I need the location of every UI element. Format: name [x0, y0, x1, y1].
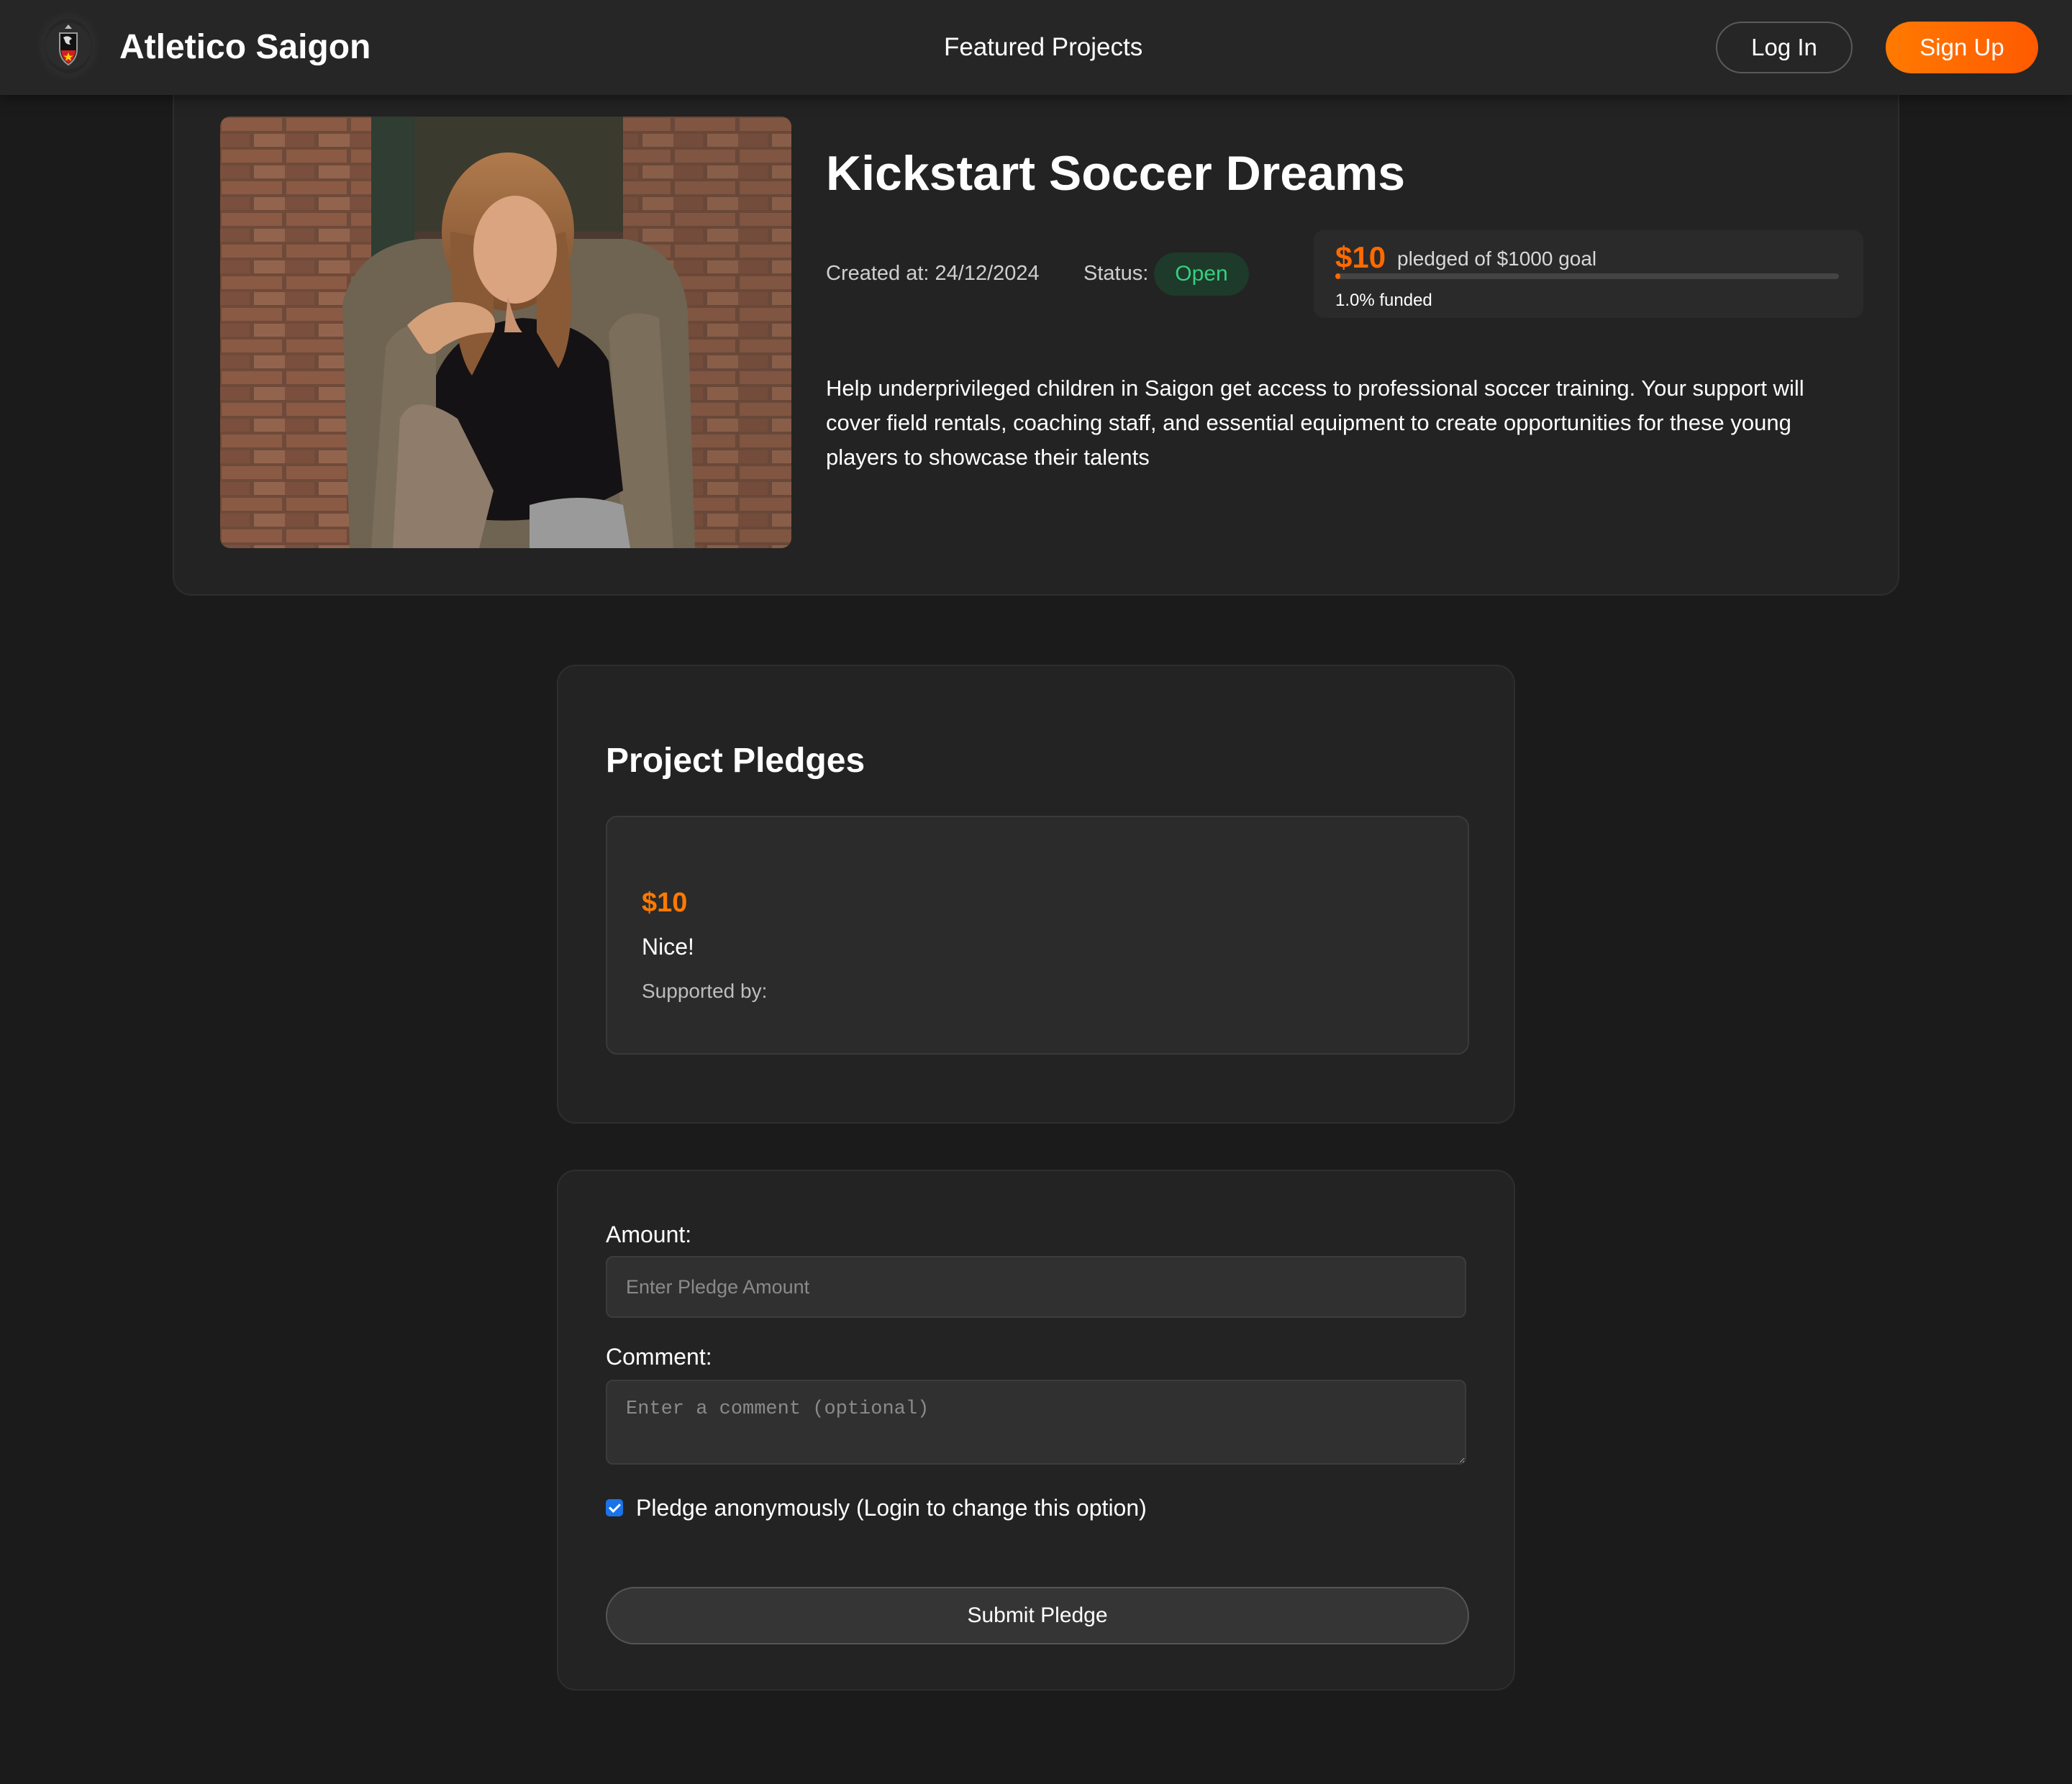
pledge-amount-input[interactable]: [606, 1256, 1466, 1318]
brand-name[interactable]: Atletico Saigon: [119, 24, 371, 70]
nav-featured-projects[interactable]: Featured Projects: [944, 27, 1142, 68]
pledged-goal-text: pledged of $1000 goal: [1397, 247, 1597, 270]
signup-button[interactable]: Sign Up: [1886, 22, 2038, 73]
pledged-amount: $10: [1335, 240, 1386, 274]
status-badge: Open: [1154, 252, 1249, 296]
funded-percent-text: 1.0% funded: [1335, 291, 1432, 310]
funding-progress-fill: [1335, 273, 1340, 279]
funding-summary: $10 pledged of $1000 goal 1.0% funded: [1314, 230, 1863, 318]
created-date: Created at: 24/12/2024: [826, 262, 1040, 285]
pledge-supporter-label: Supported by:: [642, 980, 768, 1002]
pledge-form: Amount: Comment: Pledge anonymously (Log…: [557, 1170, 1515, 1690]
pledge-amount: $10: [642, 888, 688, 918]
amount-label: Amount:: [606, 1221, 692, 1247]
pledge-comment: Nice!: [642, 934, 694, 960]
pledge-item: $10 Nice! Supported by:: [606, 816, 1469, 1055]
anonymous-checkbox[interactable]: [606, 1499, 623, 1516]
comment-textarea[interactable]: [606, 1380, 1466, 1465]
navbar: Atletico Saigon Featured Projects Log In…: [0, 0, 2072, 95]
submit-pledge-button[interactable]: Submit Pledge: [606, 1587, 1469, 1644]
comment-label: Comment:: [606, 1344, 712, 1370]
anonymous-label[interactable]: Pledge anonymously (Login to change this…: [636, 1492, 1147, 1524]
pledges-card: Project Pledges $10 Nice! Supported by:: [557, 665, 1515, 1124]
funding-progress-bar: [1335, 273, 1839, 279]
project-description: Help underprivileged children in Saigon …: [826, 376, 1804, 470]
status-label: Status:: [1083, 262, 1149, 285]
project-title: Kickstart Soccer Dreams: [826, 146, 1406, 201]
pledges-title: Project Pledges: [606, 742, 865, 780]
club-crest-logo[interactable]: [45, 19, 92, 73]
project-photo: [220, 117, 791, 548]
login-button[interactable]: Log In: [1716, 22, 1853, 73]
